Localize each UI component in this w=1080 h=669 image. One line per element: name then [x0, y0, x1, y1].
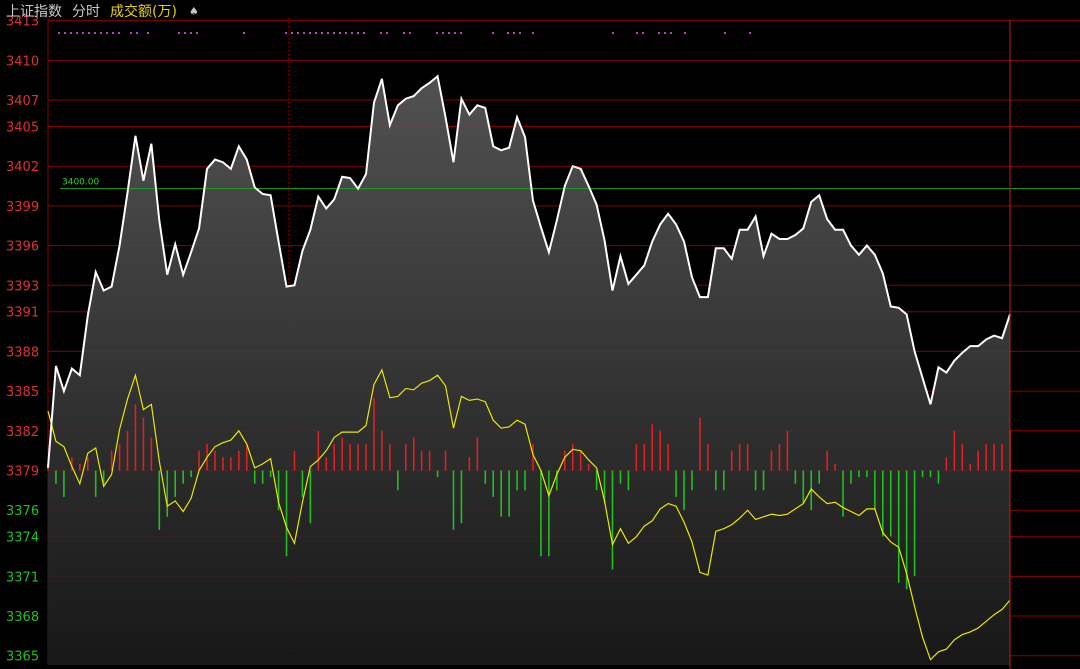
marker-dot [327, 32, 329, 34]
marker-dot [363, 32, 365, 34]
marker-dot [670, 32, 672, 34]
y-axis-labels: 3413341034073405340233993396339333913388… [6, 15, 39, 665]
marker-dot [147, 32, 149, 34]
marker-dot [409, 32, 411, 34]
marker-dot [64, 32, 66, 34]
intraday-chart[interactable]: 3413341034073405340233993396339333913388… [0, 0, 1080, 669]
marker-dot [724, 32, 726, 34]
y-tick-label: 3371 [6, 570, 39, 585]
marker-dot [507, 32, 509, 34]
marker-dot [303, 32, 305, 34]
marker-dot [684, 32, 686, 34]
marker-dot [333, 32, 335, 34]
marker-dot [345, 32, 347, 34]
top-markers [58, 32, 751, 34]
marker-dot [243, 32, 245, 34]
marker-dot [88, 32, 90, 34]
marker-dot [118, 32, 120, 34]
chart-header: 上证指数 分时 成交额(万) ♠ [6, 1, 199, 21]
marker-dot [460, 32, 462, 34]
marker-dot [664, 32, 666, 34]
marker-dot [94, 32, 96, 34]
marker-dot [351, 32, 353, 34]
y-tick-label: 3391 [6, 306, 39, 321]
marker-dot [130, 32, 132, 34]
y-tick-label: 3382 [6, 425, 39, 440]
spade-icon[interactable]: ♠ [189, 5, 199, 18]
marker-dot [519, 32, 521, 34]
marker-dot [448, 32, 450, 34]
marker-dot [291, 32, 293, 34]
marker-dot [636, 32, 638, 34]
marker-dot [297, 32, 299, 34]
y-tick-label: 3399 [6, 200, 39, 215]
marker-dot [106, 32, 108, 34]
y-tick-label: 3379 [6, 465, 39, 480]
marker-dot [136, 32, 138, 34]
y-tick-label: 3368 [6, 610, 39, 625]
marker-dot [357, 32, 359, 34]
marker-dot [339, 32, 341, 34]
marker-dot [190, 32, 192, 34]
marker-dot [196, 32, 198, 34]
marker-dot [492, 32, 494, 34]
marker-dot [386, 32, 388, 34]
y-tick-label: 3374 [6, 531, 39, 546]
period-label[interactable]: 分时 [72, 1, 100, 21]
marker-dot [532, 32, 534, 34]
indicator-label[interactable]: 成交额(万) [110, 1, 177, 21]
y-tick-label: 3405 [6, 120, 39, 135]
marker-dot [76, 32, 78, 34]
marker-dot [178, 32, 180, 34]
marker-dot [70, 32, 72, 34]
marker-dot [454, 32, 456, 34]
marker-dot [184, 32, 186, 34]
y-tick-label: 3410 [6, 54, 39, 69]
marker-dot [100, 32, 102, 34]
marker-dot [82, 32, 84, 34]
y-tick-label: 3376 [6, 504, 39, 519]
marker-dot [112, 32, 114, 34]
marker-dot [285, 32, 287, 34]
marker-dot [642, 32, 644, 34]
marker-dot [403, 32, 405, 34]
y-tick-label: 3396 [6, 240, 39, 255]
y-tick-label: 3393 [6, 279, 39, 294]
y-tick-label: 3402 [6, 160, 39, 175]
marker-dot [658, 32, 660, 34]
marker-dot [749, 32, 751, 34]
index-name[interactable]: 上证指数 [6, 1, 62, 21]
y-tick-label: 3385 [6, 385, 39, 400]
marker-dot [436, 32, 438, 34]
marker-dot [315, 32, 317, 34]
marker-dot [58, 32, 60, 34]
y-tick-label: 3407 [6, 94, 39, 109]
marker-dot [380, 32, 382, 34]
marker-dot [442, 32, 444, 34]
y-tick-label: 3365 [6, 650, 39, 665]
y-tick-label: 3388 [6, 345, 39, 360]
marker-dot [612, 32, 614, 34]
marker-dot [513, 32, 515, 34]
marker-dot [309, 32, 311, 34]
marker-dot [321, 32, 323, 34]
reference-label: 3400.00 [62, 178, 99, 188]
